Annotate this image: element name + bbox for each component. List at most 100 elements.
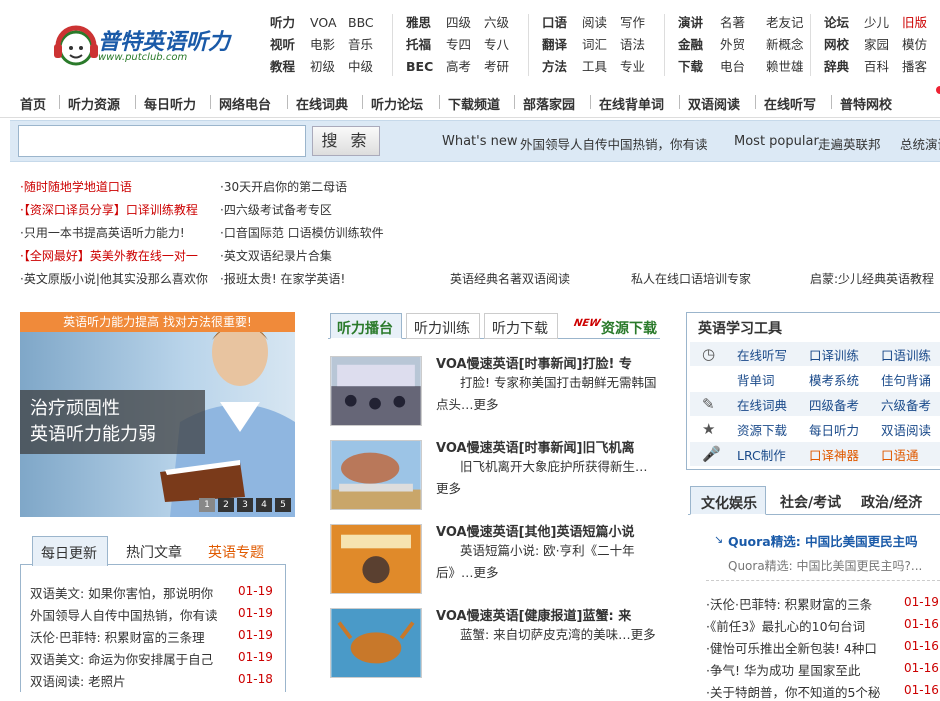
tab-daily-update[interactable]: 每日更新 — [32, 536, 108, 566]
header-link[interactable]: BEC — [406, 56, 433, 78]
banner-pager-dot[interactable]: 5 — [275, 498, 291, 512]
culture-item-title[interactable]: ·健怡可乐推出全新包装! 4种口 — [706, 638, 877, 657]
header-link[interactable]: 旧版 — [902, 12, 927, 34]
promo-link[interactable]: ·英文原版小说|他其实没那么喜欢你 — [20, 270, 208, 287]
header-link[interactable]: 论坛 — [824, 12, 849, 34]
culture-item-title[interactable]: ·争气! 华为成功 星国家至此 — [706, 660, 860, 679]
header-link[interactable]: 六级 — [484, 12, 509, 34]
header-link[interactable]: 写作 — [620, 12, 645, 34]
header-link[interactable]: 专业 — [620, 56, 645, 78]
tool-link[interactable]: 在线听写 — [737, 345, 787, 364]
header-link[interactable]: 辞典 — [824, 56, 849, 78]
header-link[interactable]: 少儿 — [864, 12, 889, 34]
tab-resource-download[interactable]: 资源下载 — [601, 318, 657, 338]
daily-item-title[interactable]: 沃伦·巴菲特: 积累财富的三条理 — [30, 627, 205, 646]
promo-link[interactable]: ·口音国际范 口语模仿训练软件 — [220, 224, 384, 241]
banner-pager-dot[interactable]: 3 — [237, 498, 253, 512]
culture-item-title[interactable]: ·沃伦·巴菲特: 积累财富的三条 — [706, 594, 872, 613]
tool-link[interactable]: 佳句背诵 — [881, 370, 931, 389]
tool-link[interactable]: 四级备考 — [809, 395, 859, 414]
header-link[interactable]: 名著 — [720, 12, 745, 34]
header-link[interactable]: 雅思 — [406, 12, 431, 34]
header-link[interactable]: 老友记 — [766, 12, 804, 34]
banner-pager-dot[interactable]: 4 — [256, 498, 272, 512]
tool-link[interactable]: 口译训练 — [809, 345, 859, 364]
article-title[interactable]: VOA慢速英语[其他]英语短篇小说 — [436, 521, 634, 540]
tab-hot-articles[interactable]: 热门文章 — [126, 542, 182, 562]
tab-listening-broadcast[interactable]: 听力播台 — [330, 313, 402, 339]
search-input[interactable] — [18, 125, 306, 157]
tool-link[interactable]: 口语通 — [881, 445, 919, 464]
promo-link[interactable]: ·英文双语纪录片合集 — [220, 247, 332, 264]
daily-item-title[interactable]: 双语美文: 如果你害怕，那说明你 — [30, 583, 213, 602]
header-link[interactable]: 模仿 — [902, 34, 927, 56]
article-thumbnail[interactable] — [330, 440, 422, 510]
banner-pager-dot[interactable]: 2 — [218, 498, 234, 512]
header-link[interactable]: 初级 — [310, 56, 335, 78]
header-link[interactable]: 金融 — [678, 34, 703, 56]
header-link[interactable]: 演讲 — [678, 12, 703, 34]
promo-link[interactable]: ·【资深口译员分享】口译训练教程 — [20, 201, 198, 218]
header-link[interactable]: 中级 — [348, 56, 373, 78]
header-link[interactable]: 方法 — [542, 56, 567, 78]
tab-society-exam[interactable]: 社会/考试 — [780, 492, 841, 512]
daily-item-title[interactable]: 双语美文: 命运为你安排属于自己 — [30, 649, 213, 668]
article-thumbnail[interactable] — [330, 608, 422, 678]
promo-link[interactable]: 启蒙:少儿经典英语教程 — [810, 270, 934, 287]
banner-pager-dot[interactable]: 1 — [199, 498, 215, 512]
header-link[interactable]: 电影 — [310, 34, 335, 56]
most-popular-link[interactable]: 走遍英联邦 — [818, 134, 881, 153]
header-link[interactable]: 语法 — [620, 34, 645, 56]
header-link[interactable]: 下载 — [678, 56, 703, 78]
tool-link[interactable]: LRC制作 — [737, 445, 786, 464]
trailing-popular-link[interactable]: 总统演讲 — [900, 134, 940, 153]
header-link[interactable]: 音乐 — [348, 34, 373, 56]
header-link[interactable]: 视听 — [270, 34, 295, 56]
header-link[interactable]: 新概念 — [766, 34, 804, 56]
nav-item[interactable]: 普特网校 — [840, 94, 892, 113]
header-link[interactable]: 托福 — [406, 34, 431, 56]
header-link[interactable]: 工具 — [582, 56, 607, 78]
header-link[interactable]: 百科 — [864, 56, 889, 78]
nav-item[interactable]: 在线背单词 — [599, 94, 664, 113]
header-link[interactable]: 翻译 — [542, 34, 567, 56]
tool-link[interactable]: 背单词 — [737, 370, 775, 389]
nav-item[interactable]: 首页 — [20, 94, 46, 113]
header-link[interactable]: 专四 — [446, 34, 471, 56]
nav-item[interactable]: 听力资源 — [68, 94, 120, 113]
header-link[interactable]: 阅读 — [582, 12, 607, 34]
quora-title[interactable]: Quora精选: 中国比美国更民主吗 — [728, 531, 918, 550]
header-link[interactable]: 赖世雄 — [766, 56, 804, 78]
nav-item[interactable]: 每日听力 — [144, 94, 196, 113]
tab-politics-economy[interactable]: 政治/经济 — [861, 492, 922, 512]
promo-link[interactable]: 私人在线口语培训专家 — [631, 270, 751, 287]
nav-item[interactable]: 在线听写 — [764, 94, 816, 113]
article-title[interactable]: VOA慢速英语[时事新闻]旧飞机离 — [436, 437, 634, 456]
header-link[interactable]: 家园 — [864, 34, 889, 56]
promo-link[interactable]: ·只用一本书提高英语听力能力! — [20, 224, 185, 241]
header-link[interactable]: 播客 — [902, 56, 927, 78]
header-link[interactable]: 外贸 — [720, 34, 745, 56]
header-link[interactable]: 专八 — [484, 34, 509, 56]
promo-link[interactable]: ·30天开启你的第二母语 — [220, 178, 347, 195]
nav-item[interactable]: 双语阅读 — [688, 94, 740, 113]
nav-item[interactable]: 下载频道 — [448, 94, 500, 113]
search-button[interactable]: 搜 索 — [312, 126, 380, 156]
promo-link[interactable]: ·四六级考试备考专区 — [220, 201, 332, 218]
tool-link[interactable]: 六级备考 — [881, 395, 931, 414]
promo-link[interactable]: 英语经典名著双语阅读 — [450, 270, 570, 287]
tab-listening-training[interactable]: 听力训练 — [406, 313, 480, 339]
promo-link[interactable]: ·随时随地学地道口语 — [20, 178, 132, 195]
header-link[interactable]: 四级 — [446, 12, 471, 34]
header-link[interactable]: 词汇 — [582, 34, 607, 56]
header-link[interactable]: 考研 — [484, 56, 509, 78]
tool-link[interactable]: 双语阅读 — [881, 420, 931, 439]
promo-link[interactable]: ·【全网最好】英美外教在线一对一 — [20, 247, 198, 264]
header-link[interactable]: 听力 — [270, 12, 295, 34]
tab-culture[interactable]: 文化娱乐 — [690, 486, 766, 515]
header-link[interactable]: 口语 — [542, 12, 567, 34]
daily-item-title[interactable]: 外国领导人自传中国热销，你有读 — [30, 605, 218, 624]
article-title[interactable]: VOA慢速英语[时事新闻]打脸! 专 — [436, 353, 632, 372]
nav-item[interactable]: 听力论坛 — [371, 94, 423, 113]
culture-item-title[interactable]: ·《前任3》最扎心的10句台词 — [706, 616, 865, 635]
